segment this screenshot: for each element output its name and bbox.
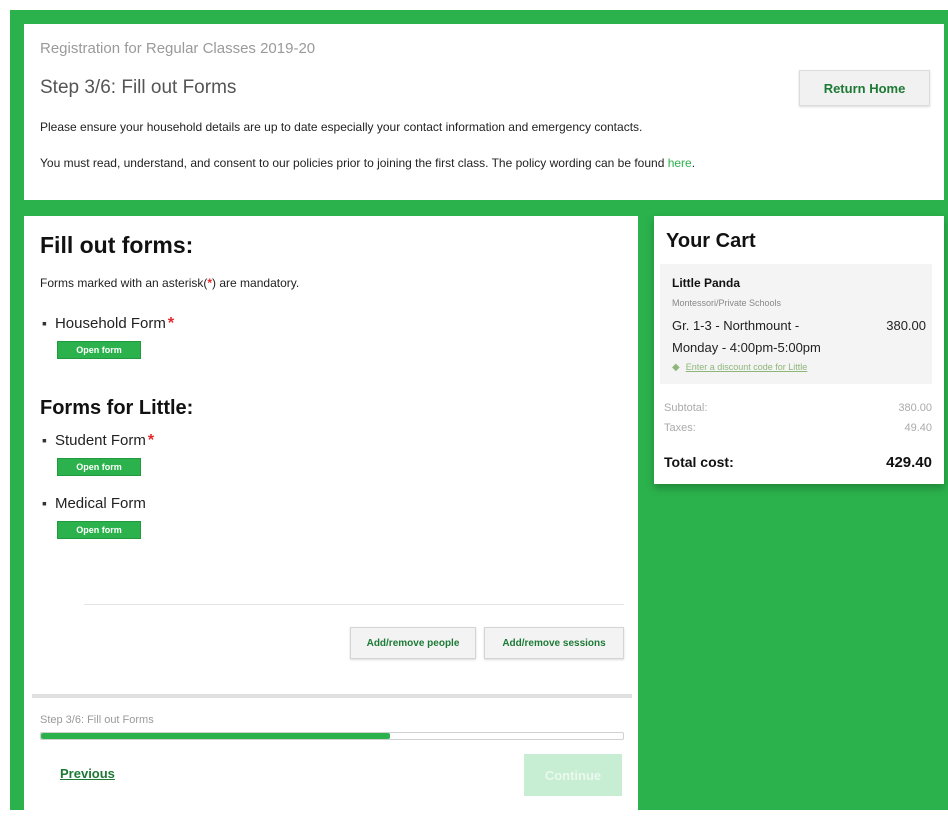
cart-item-price: 380.00 <box>886 318 926 333</box>
total-row: Total cost: 429.40 <box>664 454 932 471</box>
mandatory-note-prefix: Forms marked with an asterisk( <box>40 276 208 290</box>
continue-button[interactable]: Continue <box>524 754 622 796</box>
cart-item-subtitle: Montessori/Private Schools <box>672 298 782 308</box>
previous-link[interactable]: Previous <box>60 766 115 781</box>
taxes-value: 49.40 <box>904 422 932 434</box>
household-info-text: Please ensure your household details are… <box>40 120 643 134</box>
medical-form-item: ▪ Medical Form <box>42 495 146 513</box>
progress-fill <box>41 733 391 739</box>
policy-link[interactable]: here <box>668 156 692 170</box>
taxes-label: Taxes: <box>664 422 696 434</box>
bullet-icon: ▪ <box>42 432 47 448</box>
return-home-button[interactable]: Return Home <box>799 70 930 106</box>
forms-heading: Fill out forms: <box>40 232 194 258</box>
policy-info-suffix: . <box>691 156 696 170</box>
subtotal-label: Subtotal: <box>664 402 708 414</box>
discount-code-label: Enter a discount code for Little <box>685 362 808 372</box>
taxes-row: Taxes: 49.40 <box>664 422 932 434</box>
student-form-name: Student Form <box>54 432 146 449</box>
mandatory-note: Forms marked with an asterisk(*) are man… <box>40 276 299 290</box>
subtotal-row: Subtotal: 380.00 <box>664 402 932 414</box>
student-form-item: ▪ Student Form * <box>42 432 154 450</box>
discount-code-link[interactable]: ◆ Enter a discount code for Little <box>672 362 807 373</box>
registration-header: Registration for Regular Classes 2019-20… <box>24 24 944 200</box>
mandatory-note-suffix: ) are mandatory. <box>212 276 300 290</box>
bullet-icon: ▪ <box>42 315 47 331</box>
bullet-icon: ▪ <box>42 495 47 511</box>
open-medical-form-button[interactable]: Open form <box>57 521 141 539</box>
subtotal-value: 380.00 <box>898 402 932 414</box>
step-title: Step 3/6: Fill out Forms <box>40 77 237 98</box>
divider <box>84 604 624 605</box>
cart-heading: Your Cart <box>666 230 756 252</box>
required-asterisk: * <box>167 315 175 332</box>
cart-item-name: Little Panda <box>672 276 741 290</box>
cart-panel: Your Cart Little Panda Montessori/Privat… <box>654 216 944 484</box>
policy-info-text: You must read, understand, and consent t… <box>40 156 695 170</box>
open-household-form-button[interactable]: Open form <box>57 341 141 359</box>
medical-form-name: Medical Form <box>54 495 146 512</box>
add-remove-people-button[interactable]: Add/remove people <box>350 627 476 659</box>
household-form-item: ▪ Household Form * <box>42 315 174 333</box>
footer-divider <box>32 694 632 698</box>
little-forms-heading: Forms for Little: <box>40 397 194 419</box>
total-value: 429.40 <box>886 454 932 471</box>
cart-item-schedule: Monday - 4:00pm-5:00pm <box>672 340 821 355</box>
tag-icon: ◆ <box>672 362 680 373</box>
add-remove-sessions-button[interactable]: Add/remove sessions <box>484 627 624 659</box>
registration-title: Registration for Regular Classes 2019-20 <box>40 40 316 57</box>
required-asterisk: * <box>147 432 155 449</box>
open-student-form-button[interactable]: Open form <box>57 458 141 476</box>
household-form-name: Household Form <box>54 315 166 332</box>
cart-item: Little Panda Montessori/Private Schools … <box>660 264 932 384</box>
progress-bar <box>40 732 624 740</box>
progress-label: Step 3/6: Fill out Forms <box>40 714 154 726</box>
forms-panel: Fill out forms: Forms marked with an ast… <box>24 216 638 810</box>
cart-item-session: Gr. 1-3 - Northmount - <box>672 318 800 333</box>
total-label: Total cost: <box>664 454 734 470</box>
policy-info-prefix: You must read, understand, and consent t… <box>40 156 668 170</box>
